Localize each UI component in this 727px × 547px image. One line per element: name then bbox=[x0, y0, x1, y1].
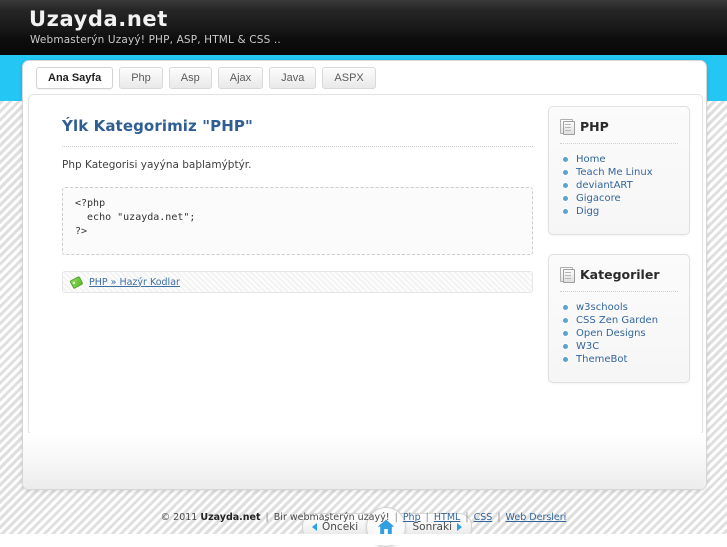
page-title: Ýlk Kategorimiz "PHP" bbox=[62, 117, 253, 135]
site-title: Uzayda.net bbox=[29, 7, 168, 31]
widget-link-list: Home Teach Me Linux deviantART Gigacore bbox=[560, 153, 678, 218]
list-item[interactable]: W3C bbox=[560, 340, 678, 353]
sidebar-link-w3schools[interactable]: w3schools bbox=[576, 302, 628, 313]
tab-ajax[interactable]: Ajax bbox=[217, 67, 264, 89]
list-item[interactable]: Teach Me Linux bbox=[560, 166, 678, 179]
article-tag-bar: PHP » Hazýr Kodlar bbox=[62, 271, 533, 293]
list-item[interactable]: ThemeBot bbox=[560, 353, 678, 366]
tab-ana-sayfa[interactable]: Ana Sayfa bbox=[36, 67, 114, 89]
bullet-icon bbox=[563, 331, 568, 336]
footer-link-web-dersleri[interactable]: Web Dersleri bbox=[506, 512, 567, 523]
content-panel: Ýlk Kategorimiz "PHP" Php Kategorisi yay… bbox=[28, 94, 703, 435]
bullet-icon bbox=[563, 318, 568, 323]
sidebar-link-css-zen-garden[interactable]: CSS Zen Garden bbox=[576, 315, 658, 326]
tab-php[interactable]: Php bbox=[119, 67, 163, 89]
site-footer: © 2011 Uzayda.net | Bir webmasterýn uzay… bbox=[0, 512, 727, 523]
bullet-icon bbox=[563, 170, 568, 175]
list-item[interactable]: Gigacore bbox=[560, 192, 678, 205]
footer-separator: | bbox=[497, 512, 501, 523]
widget-title: Kategoriler bbox=[580, 267, 660, 282]
list-item[interactable]: Open Designs bbox=[560, 327, 678, 340]
footer-phrase: Bir webmasterýn uzayý! bbox=[273, 512, 390, 523]
footer-site-name: Uzayda.net bbox=[200, 512, 261, 523]
tab-java[interactable]: Java bbox=[269, 67, 317, 89]
bullet-icon bbox=[563, 305, 568, 310]
page-icon bbox=[560, 267, 575, 283]
arrow-left-icon bbox=[312, 523, 317, 531]
sidebar-link-home[interactable]: Home bbox=[576, 154, 606, 165]
main-navigation-tabs: Ana Sayfa Php Asp Ajax Java ASPX bbox=[36, 67, 376, 91]
list-item[interactable]: Digg bbox=[560, 205, 678, 218]
bullet-icon bbox=[563, 344, 568, 349]
footer-link-html[interactable]: HTML bbox=[434, 512, 460, 523]
list-item[interactable]: Home bbox=[560, 153, 678, 166]
tab-aspx[interactable]: ASPX bbox=[322, 67, 376, 89]
footer-separator: | bbox=[265, 512, 269, 523]
article: Ýlk Kategorimiz "PHP" Php Kategorisi yay… bbox=[62, 117, 533, 293]
article-tag-link[interactable]: PHP » Hazýr Kodlar bbox=[89, 277, 180, 288]
page-icon bbox=[560, 119, 575, 135]
bullet-icon bbox=[563, 196, 568, 201]
site-tagline: Webmasterýn Uzayý! PHP, ASP, HTML & CSS … bbox=[30, 34, 281, 46]
footer-separator: | bbox=[394, 512, 398, 523]
tab-asp[interactable]: Asp bbox=[168, 67, 212, 89]
footer-spacer bbox=[0, 534, 727, 545]
sidebar-link-teach-me-linux[interactable]: Teach Me Linux bbox=[576, 167, 653, 178]
widget-link-list: w3schools CSS Zen Garden Open Designs W3… bbox=[560, 301, 678, 366]
widget-header: Kategoriler bbox=[560, 267, 678, 292]
list-item[interactable]: CSS Zen Garden bbox=[560, 314, 678, 327]
footer-link-css[interactable]: CSS bbox=[474, 512, 493, 523]
sidebar-link-gigacore[interactable]: Gigacore bbox=[576, 193, 621, 204]
sidebar: PHP Home Teach Me Linux deviantART Gigac… bbox=[548, 106, 690, 402]
bullet-icon bbox=[563, 183, 568, 188]
article-intro-text: Php Kategorisi yayýna baþlamýþtýr. bbox=[62, 159, 252, 171]
sidebar-link-themebot[interactable]: ThemeBot bbox=[576, 354, 627, 365]
footer-link-php[interactable]: Php bbox=[403, 512, 421, 523]
sidebar-link-deviantart[interactable]: deviantART bbox=[576, 180, 633, 191]
title-divider bbox=[62, 146, 533, 147]
widget-title: PHP bbox=[580, 119, 609, 134]
content-shell: Ana Sayfa Php Asp Ajax Java ASPX Ýlk Kat… bbox=[22, 60, 707, 547]
sidebar-widget-php: PHP Home Teach Me Linux deviantART Gigac… bbox=[548, 106, 690, 235]
widget-header: PHP bbox=[560, 119, 678, 144]
sidebar-link-digg[interactable]: Digg bbox=[576, 206, 599, 217]
sidebar-link-w3c[interactable]: W3C bbox=[576, 341, 599, 352]
site-header: Uzayda.net Webmasterýn Uzayý! PHP, ASP, … bbox=[0, 0, 727, 55]
arrow-right-icon bbox=[457, 523, 462, 531]
bullet-icon bbox=[563, 157, 568, 162]
sidebar-link-open-designs[interactable]: Open Designs bbox=[576, 328, 646, 339]
bullet-icon bbox=[563, 209, 568, 214]
footer-copyright: © 2011 bbox=[160, 512, 198, 523]
footer-separator: | bbox=[425, 512, 429, 523]
footer-separator: | bbox=[465, 512, 469, 523]
tag-icon bbox=[69, 275, 84, 290]
list-item[interactable]: deviantART bbox=[560, 179, 678, 192]
list-item[interactable]: w3schools bbox=[560, 301, 678, 314]
sidebar-widget-kategoriler: Kategoriler w3schools CSS Zen Garden Ope… bbox=[548, 254, 690, 383]
bullet-icon bbox=[563, 357, 568, 362]
code-block: <?php echo "uzayda.net"; ?> bbox=[62, 187, 533, 255]
